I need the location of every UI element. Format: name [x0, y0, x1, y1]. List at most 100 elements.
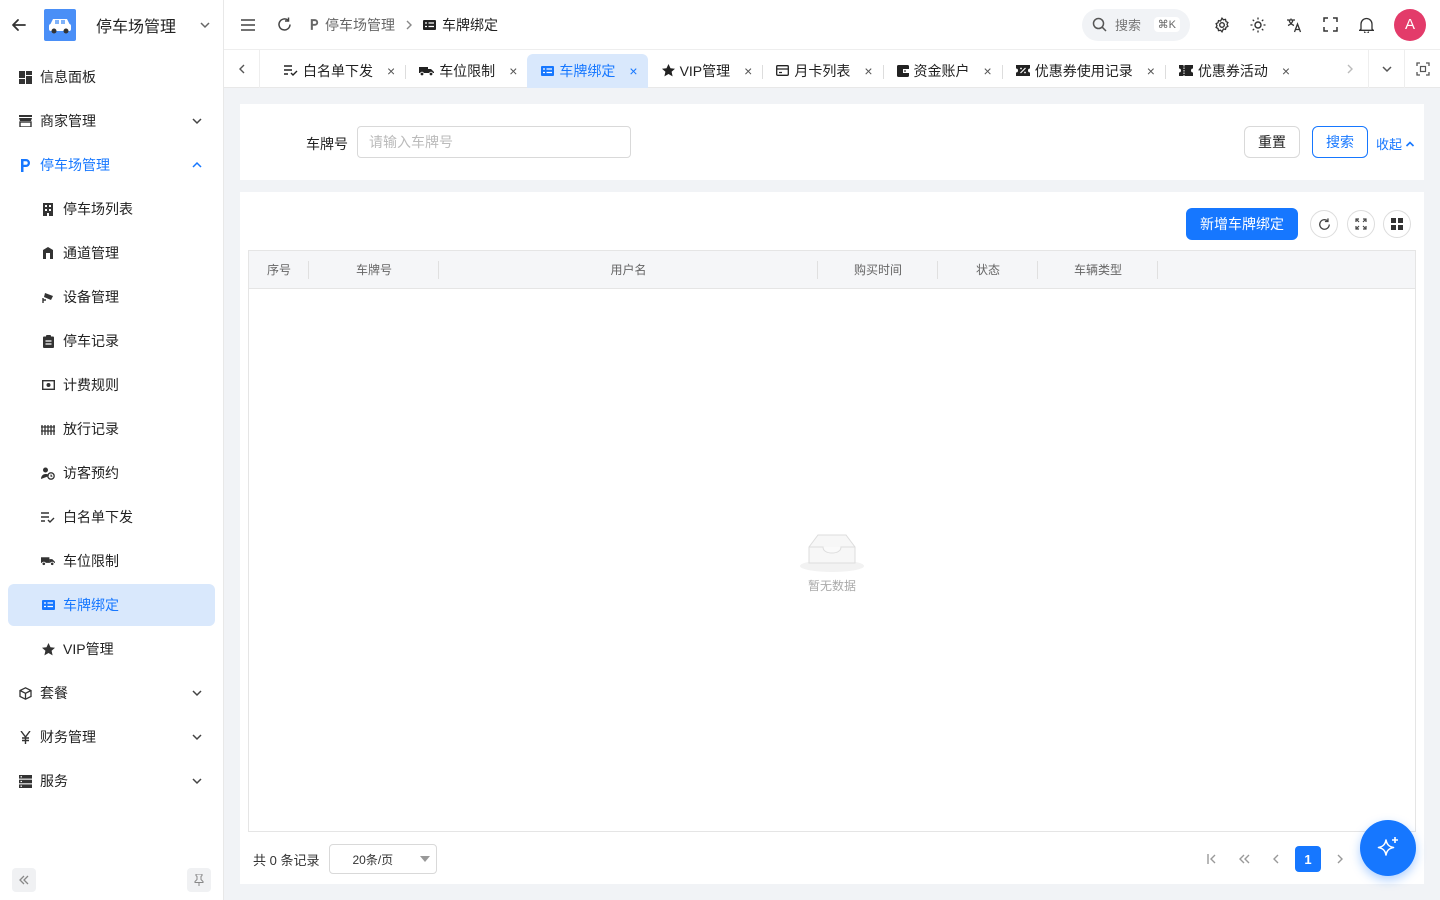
- column-settings-icon[interactable]: [1383, 210, 1411, 238]
- close-icon[interactable]: ×: [1147, 63, 1155, 79]
- sidebar-item-plate-binding[interactable]: 车牌绑定: [8, 584, 215, 626]
- collapse-toggle[interactable]: 收起: [1376, 134, 1415, 153]
- breadcrumb-item[interactable]: 停车场管理: [310, 15, 395, 35]
- tab-monthly-card[interactable]: 月卡列表 ×: [762, 54, 882, 88]
- package-icon: [18, 686, 32, 700]
- parking-icon: [310, 19, 319, 30]
- close-icon[interactable]: ×: [864, 63, 872, 79]
- sidebar-footer: [12, 868, 211, 892]
- tab-coupon-usage[interactable]: 优惠券使用记录 ×: [1001, 54, 1165, 88]
- star-icon: [41, 642, 55, 656]
- tab-scroll-right-icon[interactable]: [1332, 50, 1368, 88]
- column-header[interactable]: 用户名: [439, 251, 818, 288]
- current-page-button[interactable]: 1: [1295, 846, 1321, 872]
- fullscreen-icon[interactable]: [1312, 7, 1348, 43]
- sidebar-item-device[interactable]: 设备管理: [8, 276, 215, 318]
- caret-down-icon: [420, 856, 431, 862]
- cctv-icon: [41, 290, 55, 304]
- tab-fund-account[interactable]: 资金账户 ×: [882, 54, 1002, 88]
- sidebar-item-package[interactable]: 套餐: [8, 672, 215, 714]
- sidebar-item-billing[interactable]: 计费规则: [8, 364, 215, 406]
- pin-icon[interactable]: [187, 868, 211, 892]
- refresh-icon[interactable]: [1310, 210, 1338, 238]
- tab-maximize-icon[interactable]: [1404, 49, 1440, 88]
- gate-icon: [41, 246, 55, 260]
- parking-icon: [18, 158, 32, 172]
- sidebar-item-label: 商家管理: [40, 113, 96, 129]
- tab-space-limit[interactable]: 车位限制 ×: [405, 54, 527, 88]
- close-icon[interactable]: ×: [1282, 63, 1290, 79]
- reset-button[interactable]: 重置: [1244, 126, 1300, 158]
- sidebar-item-label: 车位限制: [63, 553, 119, 569]
- column-header[interactable]: 序号: [249, 251, 309, 288]
- sidebar-header: 停车场管理: [0, 0, 223, 50]
- search-button[interactable]: 搜索: [1312, 126, 1368, 158]
- card-icon: [41, 598, 55, 612]
- plate-number-input[interactable]: [357, 126, 631, 158]
- sidebar-item-parking-list[interactable]: 停车场列表: [8, 188, 215, 230]
- header-actions: 搜索 ⌘K A: [1082, 7, 1440, 43]
- notification-bell-icon[interactable]: [1348, 7, 1384, 43]
- ai-assistant-button[interactable]: [1360, 820, 1416, 876]
- card-icon: [423, 19, 436, 30]
- sidebar-item-parking[interactable]: 停车场管理: [8, 144, 215, 186]
- back-arrow-icon[interactable]: [10, 16, 28, 34]
- column-header[interactable]: 状态: [938, 251, 1038, 288]
- tab-whitelist[interactable]: 白名单下发 ×: [270, 54, 405, 88]
- collapse-sidebar-icon[interactable]: [12, 868, 36, 892]
- sidebar-item-space-limit[interactable]: 车位限制: [8, 540, 215, 582]
- sidebar-item-label: 财务管理: [40, 729, 96, 745]
- sidebar-item-merchant[interactable]: 商家管理: [8, 100, 215, 142]
- top-header: 停车场管理 车牌绑定 搜索 ⌘K A: [224, 0, 1440, 50]
- refresh-icon[interactable]: [266, 7, 302, 43]
- column-header[interactable]: 车辆类型: [1038, 251, 1158, 288]
- cash-icon: [41, 378, 55, 392]
- next-page-icon[interactable]: [1324, 846, 1356, 872]
- first-page-icon[interactable]: [1196, 846, 1228, 872]
- sidebar-item-service[interactable]: 服务: [8, 760, 215, 802]
- tab-vip[interactable]: VIP管理 ×: [648, 54, 763, 88]
- close-icon[interactable]: ×: [509, 63, 517, 79]
- page-controls: 1: [1196, 846, 1356, 872]
- add-plate-binding-button[interactable]: 新增车牌绑定: [1186, 208, 1298, 240]
- sidebar-item-whitelist[interactable]: 白名单下发: [8, 496, 215, 538]
- prev-page-icon[interactable]: [1260, 846, 1292, 872]
- sidebar-item-release[interactable]: 放行记录: [8, 408, 215, 450]
- fullscreen-icon[interactable]: [1347, 210, 1375, 238]
- dashboard-icon: [18, 70, 32, 84]
- settings-gear-icon[interactable]: [1204, 7, 1240, 43]
- sidebar-item-visitor[interactable]: 访客预约: [8, 452, 215, 494]
- menu-toggle-icon[interactable]: [230, 7, 266, 43]
- wallet-card-icon: [776, 65, 790, 76]
- translate-icon[interactable]: [1276, 7, 1312, 43]
- avatar[interactable]: A: [1394, 8, 1426, 41]
- sidebar-item-finance[interactable]: 财务管理: [8, 716, 215, 758]
- prev-group-icon[interactable]: [1228, 846, 1260, 872]
- sidebar-item-parking-record[interactable]: 停车记录: [8, 320, 215, 362]
- close-icon[interactable]: ×: [984, 63, 992, 79]
- theme-sun-icon[interactable]: [1240, 7, 1276, 43]
- close-icon[interactable]: ×: [387, 63, 395, 79]
- page-size-select[interactable]: 20条/页: [329, 844, 438, 874]
- tab-bar: 白名单下发 × 车位限制 × 车牌绑定 × VIP管理 × 月卡列表 × 资金账…: [224, 49, 1440, 88]
- breadcrumb-item: 车牌绑定: [423, 15, 498, 35]
- search-shortcut: ⌘K: [1153, 17, 1180, 32]
- global-search[interactable]: 搜索 ⌘K: [1082, 8, 1190, 41]
- tab-coupon-activity[interactable]: 优惠券活动 ×: [1164, 54, 1300, 88]
- tab-plate-binding[interactable]: 车牌绑定 ×: [527, 53, 648, 88]
- chevron-down-icon[interactable]: [199, 19, 211, 31]
- pagination: 共 0 条记录 20条/页 1: [240, 844, 1424, 874]
- table-header: 序号 车牌号 用户名 购买时间 状态 车辆类型: [249, 251, 1415, 289]
- close-icon[interactable]: ×: [744, 63, 752, 79]
- chevron-down-icon: [191, 115, 203, 127]
- column-header[interactable]: 购买时间: [818, 251, 938, 288]
- sidebar-item-vip[interactable]: VIP管理: [8, 628, 215, 670]
- close-icon[interactable]: ×: [629, 63, 637, 79]
- search-label: 搜索: [1115, 18, 1142, 33]
- tab-dropdown-icon[interactable]: [1368, 49, 1404, 88]
- sidebar-item-dashboard[interactable]: 信息面板: [8, 56, 215, 98]
- column-header[interactable]: 车牌号: [309, 251, 439, 288]
- collapse-label: 收起: [1376, 137, 1403, 152]
- sidebar-item-gate[interactable]: 通道管理: [8, 232, 215, 274]
- tab-scroll-left-icon[interactable]: [224, 49, 260, 88]
